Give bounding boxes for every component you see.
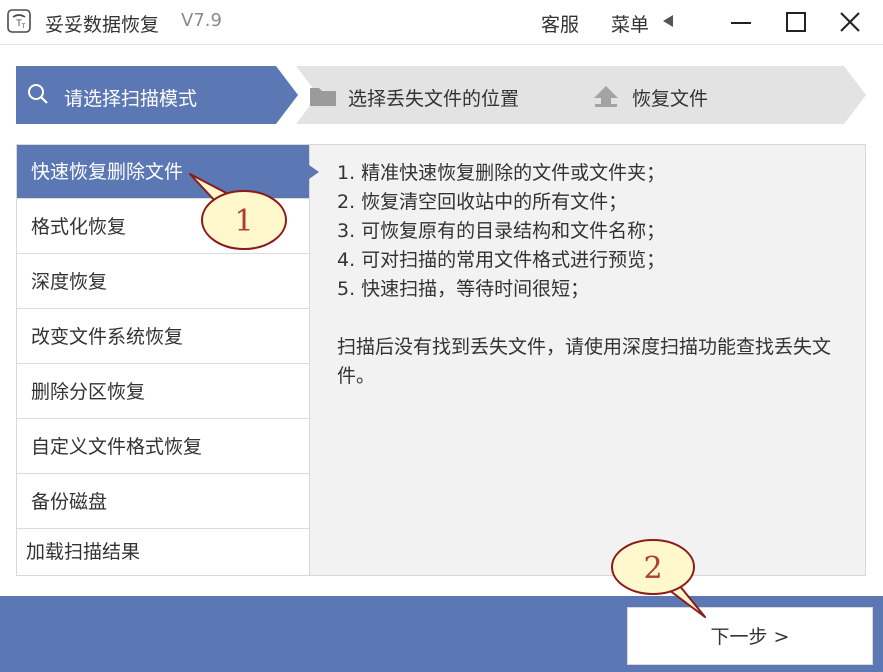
callout-2: 2 — [611, 539, 706, 618]
description-line: 4. 可对扫描的常用文件格式进行预览； — [337, 249, 666, 271]
callout-1: 1 — [189, 173, 287, 250]
maximize-icon[interactable] — [782, 8, 810, 36]
folder-icon — [310, 88, 336, 106]
svg-text:T: T — [21, 23, 26, 30]
mode-deep-recover[interactable]: 深度恢复 — [17, 255, 309, 309]
callout-2-number: 2 — [643, 551, 662, 586]
app-version: V7.9 — [181, 10, 222, 31]
description-line: 1. 精准快速恢复删除的文件或文件夹； — [337, 162, 666, 184]
main-panel: 快速恢复删除文件 格式化恢复 深度恢复 改变文件系统恢复 删除分区恢复 自定义文… — [16, 144, 866, 576]
description-line: 2. 恢复清空回收站中的所有文件； — [337, 191, 628, 213]
close-icon[interactable] — [836, 8, 864, 36]
mode-backup-disk[interactable]: 备份磁盘 — [17, 475, 309, 529]
step-2-label: 选择丢失文件的位置 — [348, 88, 520, 110]
support-link[interactable]: 客服 — [541, 10, 579, 37]
menu-button[interactable]: 菜单 — [611, 10, 649, 37]
mode-partition-recover[interactable]: 删除分区恢复 — [17, 365, 309, 419]
mode-description: 1. 精准快速恢复删除的文件或文件夹； 2. 恢复清空回收站中的所有文件； 3.… — [337, 159, 847, 391]
callout-1-number: 1 — [234, 204, 253, 239]
app-window: T T 妥妥数据恢复 V7.9 客服 菜单 请选择扫描模式 选择丢失文件的位置 … — [0, 0, 883, 672]
app-logo-icon: T T — [7, 9, 31, 33]
mode-filesystem-recover[interactable]: 改变文件系统恢复 — [17, 310, 309, 364]
step-3-label: 恢复文件 — [632, 88, 709, 110]
description-line: 5. 快速扫描，等待时间很短； — [337, 278, 590, 300]
minimize-icon[interactable] — [727, 8, 755, 36]
app-title: 妥妥数据恢复 — [45, 14, 160, 36]
mode-load-scan-results[interactable]: 加载扫描结果 — [17, 530, 309, 575]
description-note: 扫描后没有找到丢失文件，请使用深度扫描功能查找丢失文件。 — [337, 336, 832, 387]
menu-arrow-icon[interactable] — [661, 14, 675, 28]
step-1-label: 请选择扫描模式 — [64, 88, 198, 110]
upload-icon — [594, 86, 618, 107]
mode-custom-format-recover[interactable]: 自定义文件格式恢复 — [17, 420, 309, 474]
active-mode-pointer — [309, 165, 319, 179]
title-bar: T T 妥妥数据恢复 V7.9 客服 菜单 — [0, 0, 883, 45]
description-line: 3. 可恢复原有的目录结构和文件名称； — [337, 220, 666, 242]
step-banner: 请选择扫描模式 选择丢失文件的位置 恢复文件 — [16, 66, 866, 124]
search-icon — [28, 84, 48, 104]
